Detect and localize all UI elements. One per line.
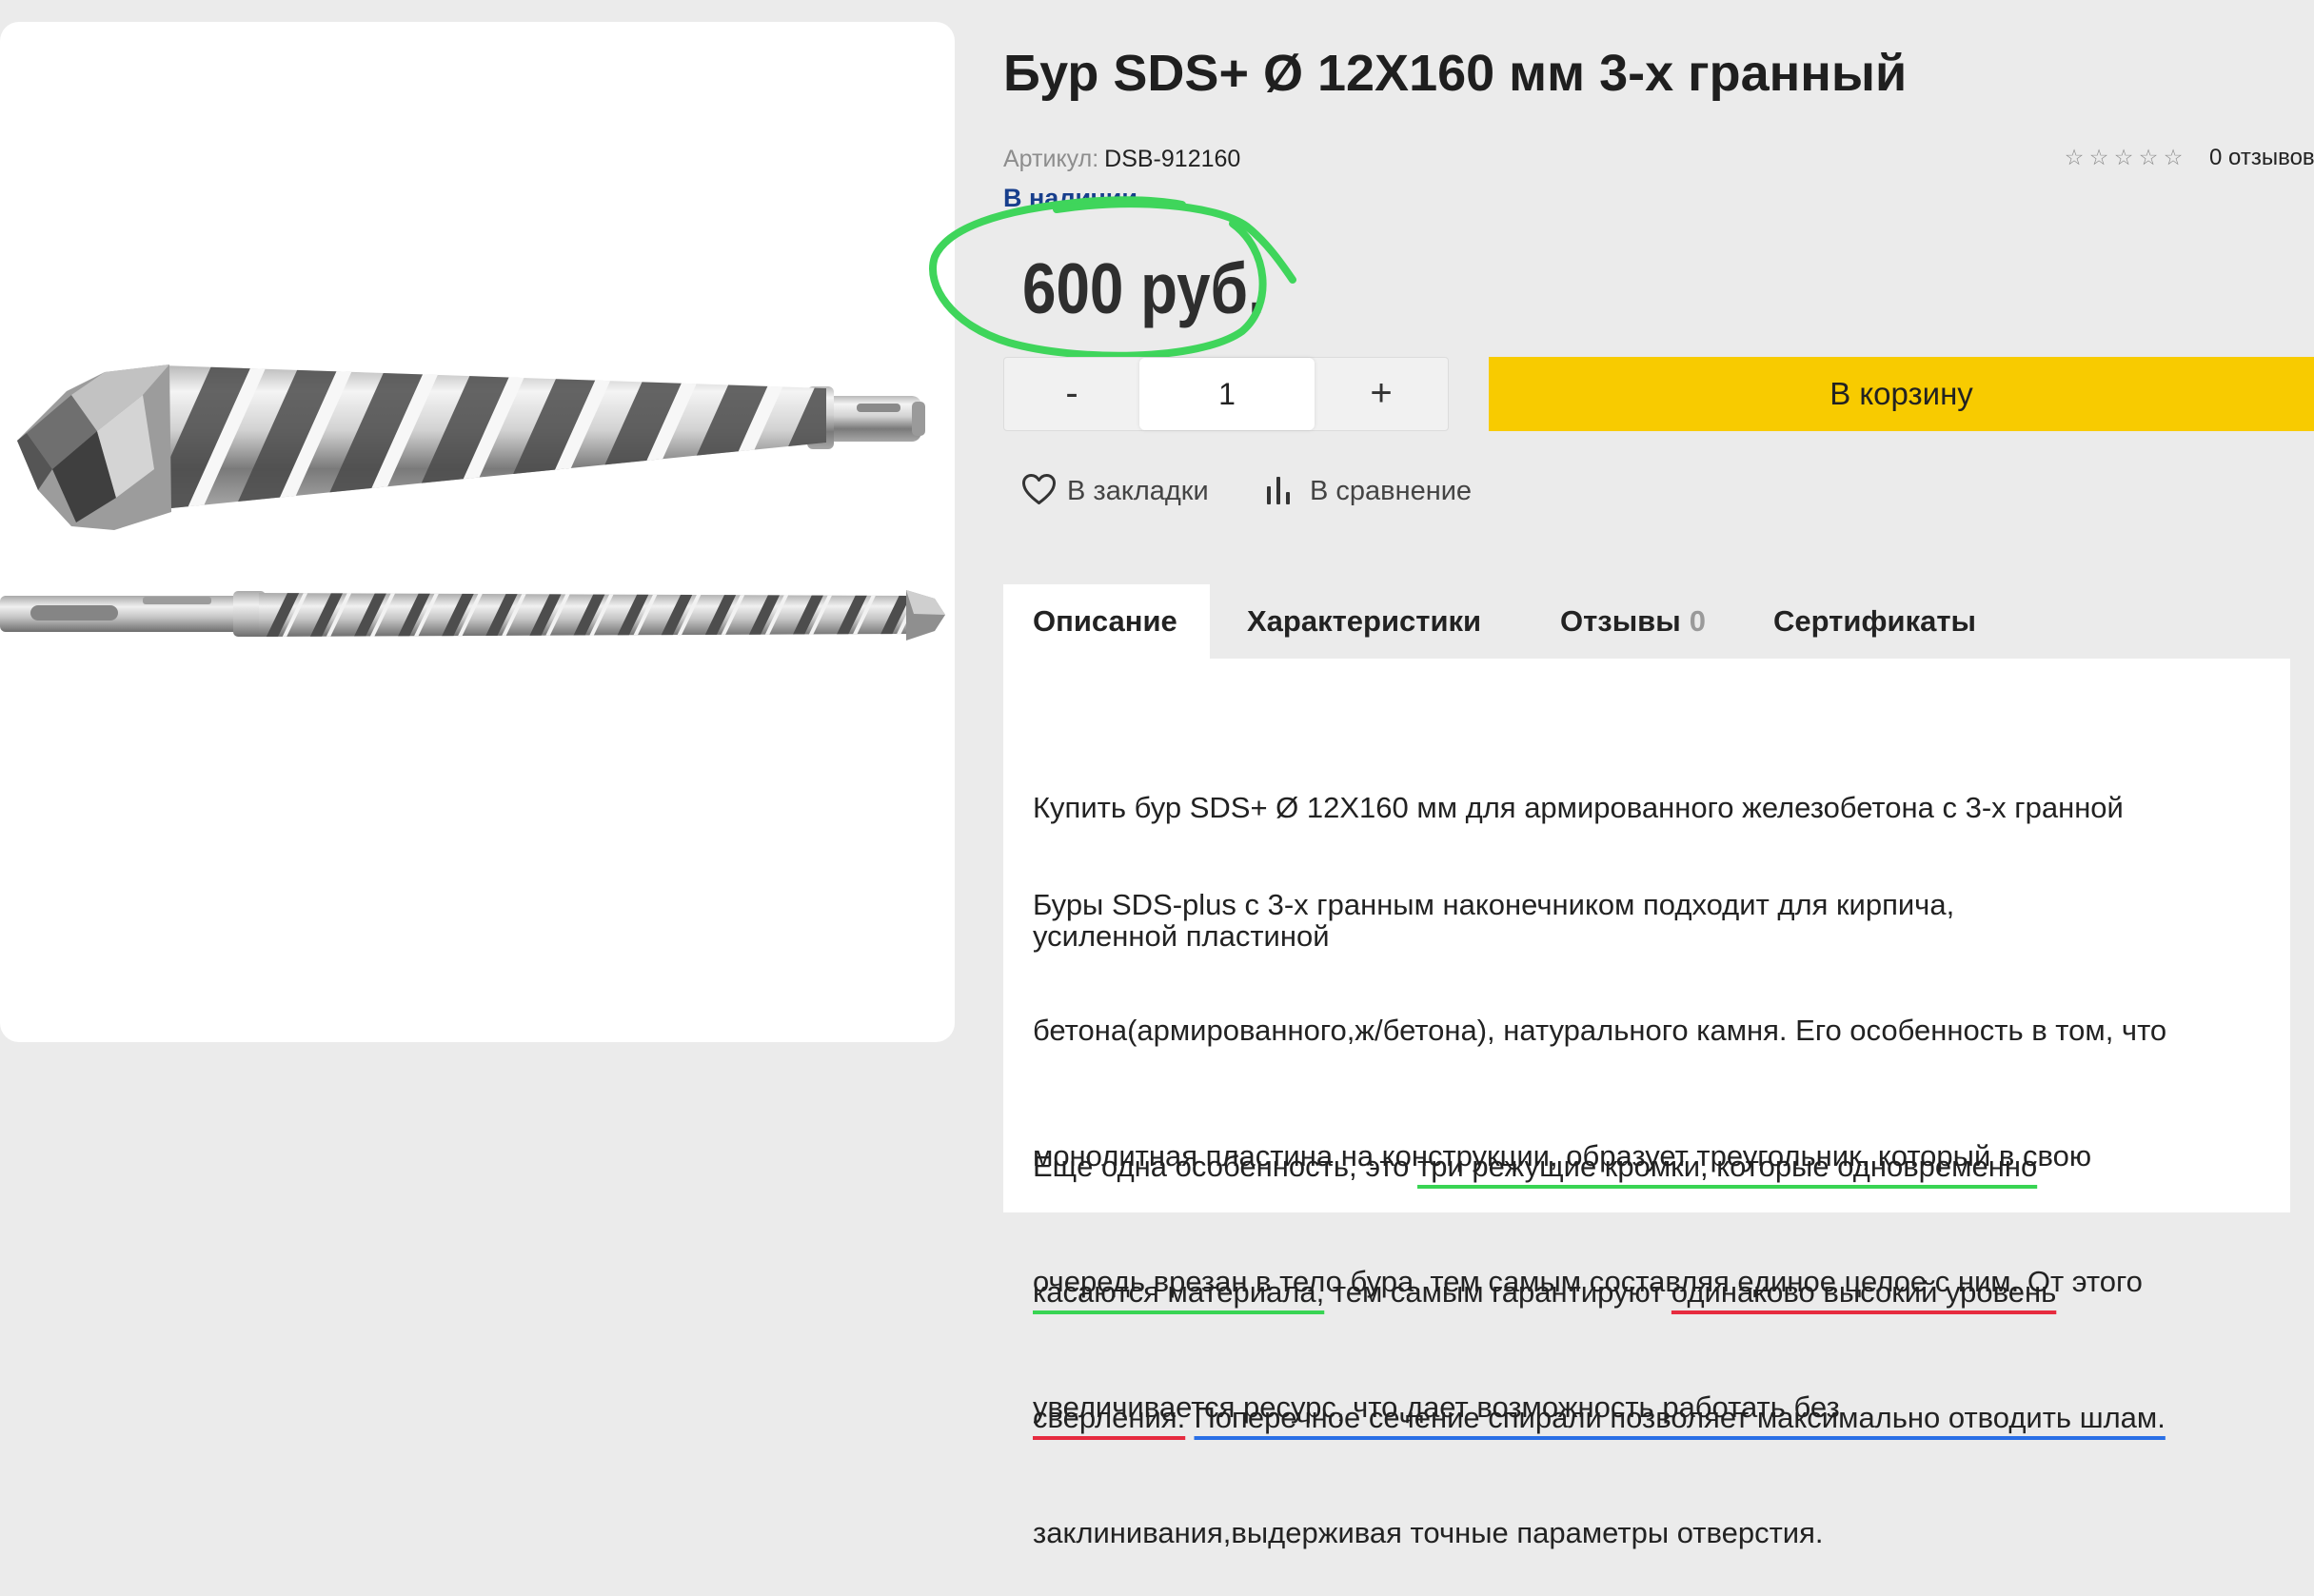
full-length-drill (0, 590, 945, 640)
product-image (0, 365, 945, 640)
red-underline-highlight: сверления. (1033, 1401, 1186, 1434)
description-line: сверления. Поперечное сечение спирали поз… (1033, 1397, 2166, 1439)
description-line: бетона(армированного,ж/бетона), натураль… (1033, 1014, 2167, 1047)
decrease-quantity-button[interactable]: - (1004, 358, 1139, 430)
rating-stars[interactable]: ☆ ☆ ☆ ☆ ☆ (2062, 143, 2185, 173)
star-icon[interactable]: ☆ (2111, 143, 2136, 173)
tab-reviews-count: 0 (1689, 604, 1706, 638)
bar-chart-icon[interactable] (1265, 475, 1292, 505)
heart-icon[interactable] (1021, 473, 1057, 506)
tab-description[interactable]: Описание (1033, 584, 1177, 659)
star-icon[interactable]: ☆ (2062, 143, 2087, 173)
description-line: Ещё одна особенность, это три режущие кр… (1033, 1146, 2166, 1188)
tab-reviews-label: Отзывы (1560, 604, 1681, 638)
description-paragraph-3: Ещё одна особенность, это три режущие кр… (1033, 1062, 2166, 1481)
availability-status: В наличии (1003, 184, 1137, 212)
add-to-cart-button[interactable]: В корзину (1489, 357, 2314, 431)
quantity-input[interactable]: 1 (1139, 358, 1315, 430)
description-line: заклинивания,выдерживая точные параметры… (1033, 1516, 1824, 1549)
sku-row: Артикул: DSB-912160 (1003, 145, 1240, 173)
description-line: Буры SDS-plus с 3-х гранным наконечником… (1033, 888, 1955, 921)
green-underline-highlight: касаются материала, (1033, 1275, 1325, 1309)
drill-shank-end (912, 402, 925, 436)
description-text: тем самым гарантируют (1324, 1275, 1671, 1309)
reviews-link[interactable]: 0 отзывов (2209, 143, 2314, 173)
product-price: 600 руб. (1022, 248, 1265, 328)
sku-label: Артикул: (1003, 146, 1099, 172)
product-title: Бур SDS+ Ø 12Х160 мм 3-х гранный (1003, 45, 1908, 102)
description-line: касаются материала, тем самым гарантирую… (1033, 1271, 2166, 1313)
drill-shank-slot (143, 597, 211, 604)
drill-shank-groove (857, 404, 900, 412)
product-image-card (0, 22, 955, 1042)
tab-certificates[interactable]: Сертификаты (1773, 584, 1976, 659)
bookmark-link[interactable]: В закладки (1067, 474, 1209, 508)
star-icon[interactable]: ☆ (2136, 143, 2161, 173)
star-icon[interactable]: ☆ (2087, 143, 2111, 173)
quantity-stepper: - 1 + (1003, 357, 1449, 431)
large-drill-closeup (17, 365, 925, 530)
increase-quantity-button[interactable]: + (1315, 358, 1448, 430)
description-text: Ещё одна особенность, это (1033, 1150, 1418, 1183)
star-icon[interactable]: ☆ (2161, 143, 2185, 173)
tab-reviews[interactable]: Отзывы 0 (1560, 584, 1706, 659)
tab-characteristics[interactable]: Характеристики (1247, 584, 1481, 659)
blue-underline-highlight: Поперечное сечение спирали позволяет мак… (1194, 1401, 2166, 1434)
sku-value: DSB-912160 (1104, 146, 1241, 172)
green-underline-highlight: три режущие кромки, которые одновременно (1417, 1150, 2038, 1183)
drill-carbide-head (17, 365, 171, 530)
red-underline-highlight: одинаково высокий уровень (1671, 1275, 2057, 1309)
drill-shank (824, 396, 921, 442)
compare-link[interactable]: В сравнение (1310, 474, 1472, 508)
drill-shank-slot (30, 605, 118, 621)
